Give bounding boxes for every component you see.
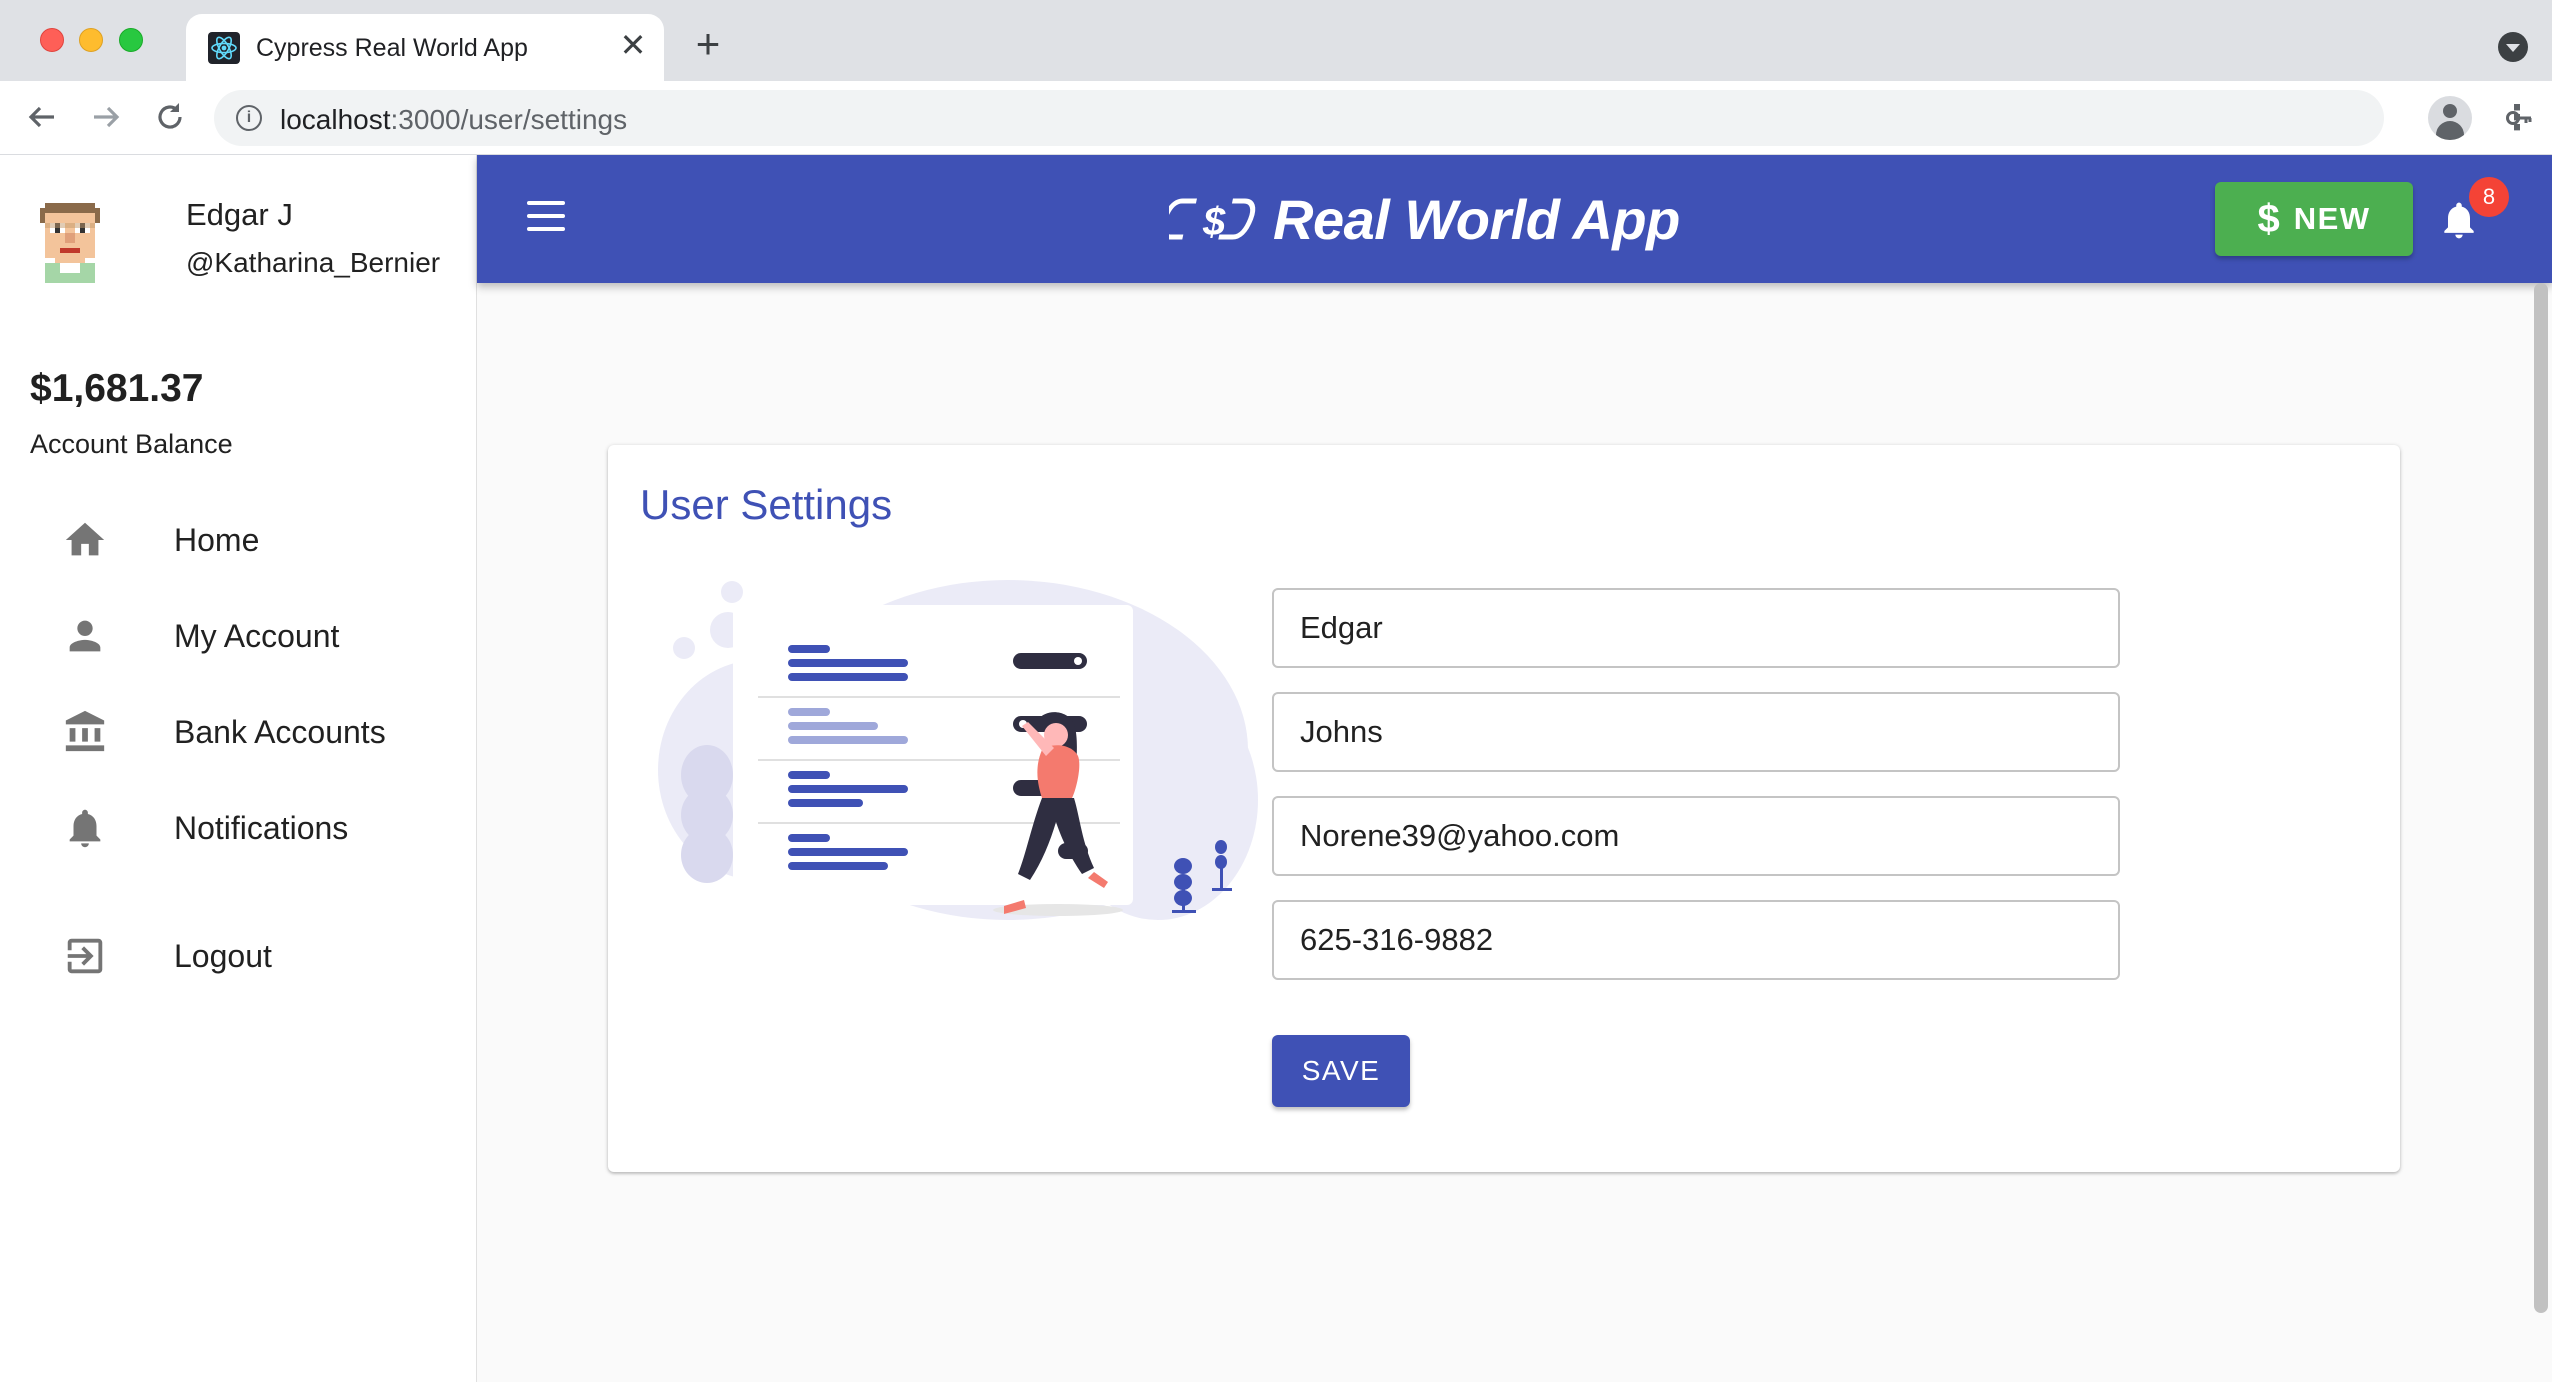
sidebar-item-label: Home — [174, 522, 260, 558]
sidebar-item-home[interactable]: Home — [0, 493, 476, 585]
dollar-icon: $ — [2257, 196, 2280, 241]
svg-text:$: $ — [1202, 200, 1226, 244]
new-tab-button[interactable]: + — [688, 23, 728, 65]
logout-icon — [62, 933, 108, 979]
sidebar-item-notifications[interactable]: Notifications — [0, 781, 476, 873]
first-name-field[interactable] — [1272, 588, 2120, 668]
sidebar-item-label: Notifications — [174, 810, 349, 846]
browser-toolbar: i localhost:3000/user/settings — [0, 81, 2552, 155]
first-name-input[interactable] — [1274, 590, 2118, 666]
browser-menu-icon[interactable]: ⋮ — [2500, 100, 2534, 136]
minimize-window-button[interactable] — [79, 28, 103, 52]
site-info-icon[interactable]: i — [236, 105, 262, 131]
back-arrow-icon[interactable] — [22, 97, 62, 137]
app-brand[interactable]: $ Real World App — [1169, 183, 1680, 255]
reload-icon[interactable] — [150, 97, 190, 137]
address-bar[interactable]: i localhost:3000/user/settings — [214, 90, 2532, 146]
save-button[interactable]: SAVE — [1272, 1035, 1410, 1107]
sidebar-item-label: Logout — [174, 938, 272, 974]
sidebar-item-logout[interactable]: Logout — [0, 909, 476, 1001]
profile-avatar-icon[interactable] — [2428, 96, 2472, 140]
account-balance-amount: $1,681.37 — [30, 367, 204, 410]
react-favicon-icon — [208, 32, 240, 64]
last-name-input[interactable] — [1274, 694, 2118, 770]
app-viewport: Edgar J @Katharina_Bernier $1,681.37 Acc… — [0, 155, 2552, 1382]
page-title: User Settings — [640, 481, 893, 528]
account-balance-label: Account Balance — [30, 429, 233, 459]
tab-close-icon[interactable]: ✕ — [616, 28, 650, 62]
notification-count-badge: 8 — [2469, 177, 2509, 217]
personal-settings-illustration — [658, 580, 1258, 920]
forward-arrow-icon[interactable] — [86, 97, 126, 137]
menu-icon[interactable] — [527, 201, 565, 233]
email-input[interactable] — [1274, 798, 2118, 874]
bank-icon — [62, 709, 108, 755]
phone-field[interactable] — [1272, 900, 2120, 980]
tab-search-icon[interactable] — [2498, 32, 2528, 62]
url-path: :3000/user/settings — [390, 104, 628, 135]
user-handle: @Katharina_Bernier — [186, 247, 441, 278]
close-window-button[interactable] — [40, 28, 64, 52]
bell-icon — [62, 805, 108, 851]
page-scrollbar[interactable] — [2534, 283, 2548, 1313]
sidebar-item-bank-accounts[interactable]: Bank Accounts — [0, 685, 476, 777]
user-full-name: Edgar J — [186, 197, 293, 232]
top-app-bar: $ Real World App $ NEW 8 — [477, 155, 2552, 283]
browser-tab-bar: Cypress Real World App ✕ + — [0, 0, 2552, 81]
sidebar-item-my-account[interactable]: My Account — [0, 589, 476, 681]
user-settings-card: User Settings Edgar Johns Norene39@yahoo… — [608, 445, 2400, 1172]
url-host: localhost — [280, 104, 391, 135]
rwa-logo-icon: $ — [1169, 198, 1256, 244]
phone-input[interactable] — [1274, 902, 2118, 978]
url-text[interactable]: localhost:3000/user/settings — [280, 104, 627, 136]
new-transaction-button[interactable]: $ NEW — [2215, 182, 2413, 256]
browser-tab-active[interactable]: Cypress Real World App ✕ — [186, 14, 664, 81]
email-field[interactable] — [1272, 796, 2120, 876]
side-drawer: Edgar J @Katharina_Bernier $1,681.37 Acc… — [0, 155, 477, 1382]
sidebar-item-label: My Account — [174, 618, 340, 654]
user-avatar[interactable] — [30, 203, 110, 283]
person-icon — [62, 613, 108, 659]
tab-title: Cypress Real World App — [256, 34, 528, 62]
maximize-window-button[interactable] — [119, 28, 143, 52]
new-transaction-label: NEW — [2293, 201, 2371, 236]
last-name-field[interactable] — [1272, 692, 2120, 772]
sidebar-item-label: Bank Accounts — [174, 714, 386, 750]
app-title: Real World App — [1273, 187, 1680, 251]
home-icon — [62, 517, 108, 563]
